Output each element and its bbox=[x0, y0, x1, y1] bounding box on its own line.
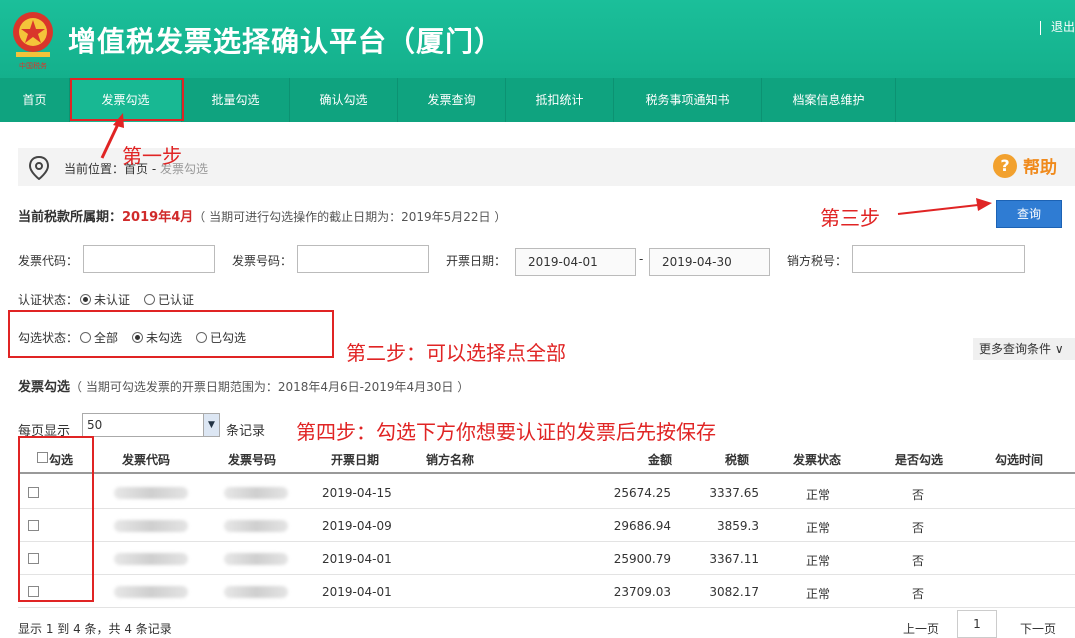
cell-date: 2019-04-15 bbox=[322, 486, 392, 500]
table-row[interactable]: 2019-04-01 23709.03 3082.17 正常 否 bbox=[18, 575, 1075, 608]
step1-annotation: 第一步 bbox=[122, 144, 182, 168]
cell-status: 正常 bbox=[806, 554, 831, 568]
cell-tax: 3337.65 bbox=[709, 486, 759, 500]
tax-period: 当前税款所属期：2019年4月（ 当期可进行勾选操作的截止日期为：2019年5月… bbox=[18, 206, 506, 225]
cell-is-checked: 否 bbox=[912, 521, 925, 535]
cell-is-checked: 否 bbox=[912, 587, 925, 601]
cell-amount: 25900.79 bbox=[613, 552, 671, 566]
step2-annotation: 第二步：可以选择点全部 bbox=[346, 341, 566, 365]
help-label: 帮助 bbox=[1023, 158, 1057, 178]
nav-item-confirm-select[interactable]: 确认勾选 bbox=[290, 78, 398, 122]
more-conditions-toggle[interactable]: 更多查询条件 ∨ bbox=[973, 338, 1075, 360]
cell-status: 正常 bbox=[806, 488, 831, 502]
table-row[interactable]: 2019-04-09 29686.94 3859.3 正常 否 bbox=[18, 509, 1075, 542]
nav-item-tax-notice[interactable]: 税务事项通知书 bbox=[614, 78, 762, 122]
app-header: 中国税务 增值税发票选择确认平台（厦门） 退出 bbox=[0, 0, 1075, 78]
step3-arrow-icon bbox=[897, 198, 992, 215]
seller-tax-label: 销方税号： bbox=[787, 254, 848, 268]
step4-highlight-box bbox=[18, 436, 94, 602]
col-amount: 金额 bbox=[648, 453, 673, 467]
redacted-invoice-number bbox=[224, 586, 288, 598]
col-invoice-code: 发票代码 bbox=[122, 453, 171, 467]
col-status: 发票状态 bbox=[793, 453, 842, 467]
cell-status: 正常 bbox=[806, 521, 831, 535]
cell-amount: 25674.25 bbox=[613, 486, 671, 500]
nav-item-invoice-query[interactable]: 发票查询 bbox=[398, 78, 506, 122]
location-pin-icon bbox=[28, 156, 50, 180]
cell-is-checked: 否 bbox=[912, 488, 925, 502]
invoice-number-input[interactable] bbox=[297, 245, 429, 273]
date-label: 开票日期： bbox=[446, 254, 507, 268]
cell-date: 2019-04-01 bbox=[322, 585, 392, 599]
prev-page-button[interactable]: 上一页 bbox=[903, 620, 939, 637]
period-note: （ 当期可进行勾选操作的截止日期为：2019年5月22日 ） bbox=[193, 210, 507, 224]
step4-annotation: 第四步：勾选下方你想要认证的发票后先按保存 bbox=[296, 420, 716, 444]
section-title-text: 发票勾选 bbox=[18, 380, 71, 395]
cert-status-label: 认证状态： bbox=[18, 293, 79, 307]
radio-icon bbox=[80, 294, 92, 305]
date-to-input[interactable]: 2019-04-30 bbox=[649, 248, 770, 276]
redacted-invoice-code bbox=[114, 520, 188, 532]
cell-date: 2019-04-09 bbox=[322, 519, 392, 533]
col-seller-name: 销方名称 bbox=[426, 453, 475, 467]
records-summary: 显示 1 到 4 条，共 4 条记录 bbox=[18, 622, 172, 636]
radio-icon bbox=[144, 294, 156, 305]
next-page-button[interactable]: 下一页 bbox=[1020, 620, 1056, 637]
step3-annotation: 第三步 bbox=[820, 206, 880, 230]
help-button[interactable]: ? 帮助 bbox=[993, 153, 1057, 178]
invoice-code-input[interactable] bbox=[83, 245, 215, 273]
period-label: 当前税款所属期： bbox=[18, 210, 123, 225]
step2-highlight-box bbox=[8, 310, 334, 358]
seller-tax-input[interactable] bbox=[852, 245, 1025, 273]
table-row[interactable]: 2019-04-15 25674.25 3337.65 正常 否 bbox=[18, 476, 1075, 509]
col-invoice-date: 开票日期 bbox=[331, 453, 380, 467]
redacted-invoice-number bbox=[224, 553, 288, 565]
section-title: 发票勾选（ 当期可勾选发票的开票日期范围为：2018年4月6日-2019年4月3… bbox=[18, 376, 469, 395]
cell-tax: 3859.3 bbox=[717, 519, 759, 533]
col-tax: 税额 bbox=[725, 453, 750, 467]
redacted-invoice-code bbox=[114, 553, 188, 565]
invoice-number-label: 发票号码： bbox=[232, 254, 293, 268]
cell-tax: 3367.11 bbox=[709, 552, 759, 566]
redacted-invoice-number bbox=[224, 520, 288, 532]
cert-option-certified[interactable]: 已认证 bbox=[142, 291, 194, 308]
step1-highlight-box bbox=[70, 78, 184, 121]
date-from-input[interactable]: 2019-04-01 bbox=[515, 248, 636, 276]
cell-date: 2019-04-01 bbox=[322, 552, 392, 566]
cell-is-checked: 否 bbox=[912, 554, 925, 568]
section-note: （ 当期可勾选发票的开票日期范围为：2018年4月6日-2019年4月30日 ） bbox=[70, 380, 470, 394]
redacted-invoice-code bbox=[114, 487, 188, 499]
per-page-select[interactable]: 50 ▼ bbox=[82, 413, 220, 437]
period-value: 2019年4月 bbox=[122, 210, 194, 225]
exit-link[interactable]: 退出 bbox=[1039, 18, 1075, 35]
nav-item-batch-select[interactable]: 批量勾选 bbox=[182, 78, 290, 122]
cell-status: 正常 bbox=[806, 587, 831, 601]
page-number-input[interactable]: 1 bbox=[957, 610, 997, 638]
chevron-down-icon: ▼ bbox=[203, 414, 219, 436]
invoice-code-label: 发票代码： bbox=[18, 254, 79, 268]
nav-item-deduction-stats[interactable]: 抵扣统计 bbox=[506, 78, 614, 122]
svg-text:中国税务: 中国税务 bbox=[19, 61, 47, 70]
nav-item-home[interactable]: 首页 bbox=[0, 78, 70, 122]
date-separator: - bbox=[639, 252, 644, 266]
app-title: 增值税发票选择确认平台（厦门） bbox=[68, 25, 504, 58]
cert-option-uncertified[interactable]: 未认证 bbox=[78, 291, 130, 308]
redacted-invoice-code bbox=[114, 586, 188, 598]
col-check-time: 勾选时间 bbox=[995, 453, 1044, 467]
redacted-invoice-number bbox=[224, 487, 288, 499]
cell-amount: 29686.94 bbox=[613, 519, 671, 533]
cell-amount: 23709.03 bbox=[613, 585, 671, 599]
col-is-checked: 是否勾选 bbox=[895, 453, 944, 467]
table-header: 勾选 发票代码 发票号码 开票日期 销方名称 金额 税额 发票状态 是否勾选 勾… bbox=[18, 442, 1075, 474]
col-invoice-number: 发票号码 bbox=[228, 453, 277, 467]
tax-emblem-icon: 中国税务 bbox=[13, 12, 53, 70]
table-row[interactable]: 2019-04-01 25900.79 3367.11 正常 否 bbox=[18, 542, 1075, 575]
query-button[interactable]: 查询 bbox=[996, 200, 1062, 228]
cell-tax: 3082.17 bbox=[709, 585, 759, 599]
cert-status-group: 认证状态： 未认证 已认证 bbox=[18, 291, 206, 308]
records-label: 条记录 bbox=[226, 424, 266, 439]
nav-item-archive[interactable]: 档案信息维护 bbox=[762, 78, 896, 122]
help-icon: ? bbox=[993, 153, 1017, 178]
